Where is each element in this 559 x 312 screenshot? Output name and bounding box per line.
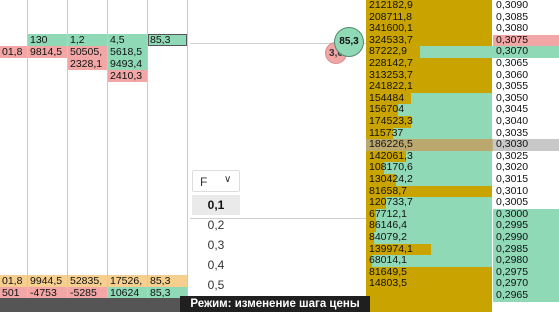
mode-toast: Режим: изменение шага цены <box>180 296 370 312</box>
ladder-price[interactable]: 0,3040 <box>493 115 559 128</box>
ladder-price[interactable]: 0,3065 <box>493 57 559 70</box>
trade-cell: 17526, <box>108 275 147 287</box>
ladder-volume: 228142,7 <box>369 57 413 69</box>
volume-bar <box>431 243 492 256</box>
ladder-volume: 84079,2 <box>369 231 407 243</box>
ladder-price[interactable]: 0,2965 <box>493 289 559 302</box>
step-option[interactable]: 0,1 <box>192 195 240 215</box>
trade-cell: 85,3 <box>148 275 187 287</box>
trade-cell: 4,5 <box>108 34 147 46</box>
step-option[interactable]: 0,4 <box>192 255 240 275</box>
ladder-volume: 130424,2 <box>369 173 413 185</box>
trade-cell: 01,8 <box>0 46 27 58</box>
step-option[interactable]: 0,2 <box>192 215 240 235</box>
trade-cell: 52835, <box>68 275 107 287</box>
trade-cell: 9814,5 <box>28 46 67 58</box>
trade-cell: 9944,5 <box>28 275 67 287</box>
trade-cell: 130 <box>28 34 67 46</box>
step-select-value: F <box>200 175 208 189</box>
volume-bar <box>411 92 492 105</box>
step-select[interactable]: F ∨ <box>192 170 240 192</box>
grid-line <box>187 0 188 312</box>
ladder-price[interactable]: 0,3015 <box>493 173 559 186</box>
grid-line <box>147 0 148 312</box>
trade-cell: 50505, <box>68 46 107 58</box>
trade-cell: 85,3 <box>148 34 187 46</box>
trade-cell: 2410,3 <box>108 70 147 82</box>
ladder-price[interactable]: 0,2990 <box>493 231 559 244</box>
trade-cell: 01,8 <box>0 275 27 287</box>
trade-cell: 1,2 <box>68 34 107 46</box>
trade-cell: 2328,1 <box>68 58 107 70</box>
ladder-volume: 212182,9 <box>369 0 413 11</box>
ladder-price[interactable]: 0,3090 <box>493 0 559 12</box>
ladder-edge <box>545 46 559 58</box>
ladder-edge <box>545 139 559 151</box>
volume-bar <box>411 116 492 128</box>
trade-bubble-large[interactable]: 85,3 <box>334 27 364 57</box>
chevron-down-icon: ∨ <box>224 174 232 185</box>
ladder-volume: 14803,5 <box>369 277 407 290</box>
step-option[interactable]: 0,5 <box>192 275 240 295</box>
trade-cell: 9493,4 <box>108 58 147 70</box>
step-option[interactable]: 0,3 <box>192 235 240 255</box>
volume-bar <box>406 150 492 163</box>
trade-cell: 5618,5 <box>108 46 147 58</box>
status-strip <box>0 298 180 312</box>
ladder-edge <box>545 34 559 47</box>
ladder-volume: 174523,3 <box>369 115 413 127</box>
